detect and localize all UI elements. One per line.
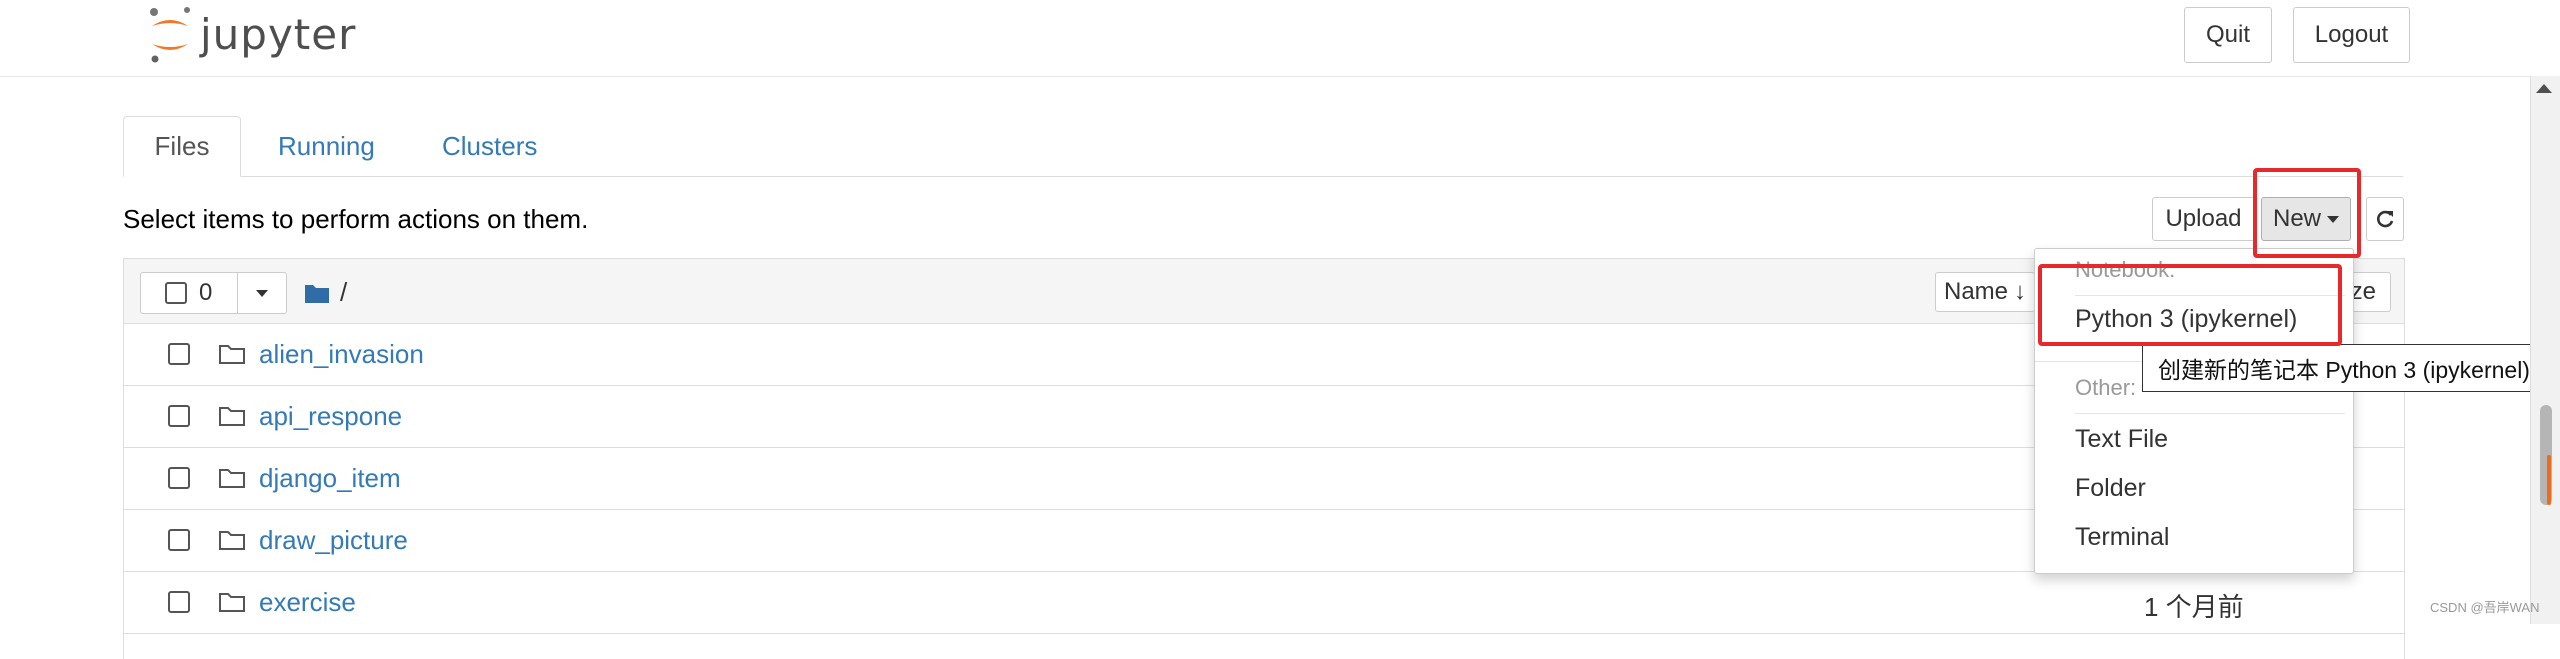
row-checkbox[interactable] — [168, 591, 190, 613]
top-header: jupyter Quit Logout — [0, 0, 2530, 77]
select-all-checkbox[interactable] — [165, 282, 187, 304]
logout-button[interactable]: Logout — [2293, 7, 2410, 63]
jupyter-logo[interactable]: jupyter — [146, 4, 356, 64]
file-name-link[interactable]: alien_invasion — [259, 339, 424, 370]
breadcrumb[interactable]: / — [304, 277, 347, 308]
tab-bar: Files Running Clusters — [123, 116, 2403, 177]
sort-by-name-button[interactable]: Name ↓ — [1935, 272, 2035, 312]
folder-icon — [219, 593, 245, 612]
watermark: CSDN @吾岸WAN — [2430, 600, 2540, 615]
menu-item-python3-kernel[interactable]: Python 3 (ipykernel) — [2075, 305, 2297, 334]
sort-name-label: Name — [1943, 278, 2009, 305]
folder-icon — [219, 469, 245, 488]
arrow-down-icon: ↓ — [2014, 278, 2027, 305]
select-all[interactable]: 0 — [141, 273, 238, 313]
scroll-up-arrow-icon[interactable] — [2536, 84, 2552, 93]
new-button[interactable]: New — [2261, 197, 2351, 241]
menu-header-other: Other: — [2075, 375, 2137, 400]
selected-count: 0 — [199, 279, 213, 306]
folder-icon — [219, 407, 245, 426]
new-button-label: New — [2272, 205, 2321, 232]
select-menu-toggle[interactable] — [238, 273, 286, 313]
logo-text: jupyter — [200, 9, 357, 59]
caret-down-icon — [2327, 215, 2339, 223]
breadcrumb-root: / — [340, 277, 348, 307]
menu-item-terminal[interactable]: Terminal — [2075, 523, 2169, 552]
file-name-link[interactable]: draw_picture — [259, 525, 408, 556]
row-checkbox[interactable] — [168, 529, 190, 551]
row-checkbox[interactable] — [168, 343, 190, 365]
new-dropdown-menu: Notebook: Python 3 (ipykernel) Other: Te… — [2034, 248, 2354, 574]
refresh-button[interactable] — [2366, 197, 2404, 241]
tab-running[interactable]: Running — [278, 116, 375, 176]
quit-button[interactable]: Quit — [2184, 7, 2272, 63]
menu-divider — [2075, 413, 2345, 414]
tooltip: 创建新的笔记本 Python 3 (ipykernel) — [2142, 344, 2546, 392]
select-all-group: 0 — [140, 272, 287, 314]
file-row[interactable]: exercise 1 个月前 — [124, 572, 2404, 634]
file-name-link[interactable]: api_respone — [259, 401, 402, 432]
menu-divider — [2075, 295, 2345, 296]
caret-down-icon — [256, 289, 268, 297]
scrollbar-accent — [2547, 455, 2551, 505]
file-name-link[interactable]: django_item — [259, 463, 401, 494]
tab-clusters[interactable]: Clusters — [442, 116, 537, 176]
folder-filled-icon — [305, 284, 329, 303]
modified-time: 1 个月前 — [2144, 592, 2244, 622]
folder-icon — [219, 345, 245, 364]
folder-icon — [219, 531, 245, 550]
jupyter-logo-icon — [150, 7, 190, 63]
selection-hint: Select items to perform actions on them. — [123, 204, 589, 234]
file-name-link[interactable]: exercise — [259, 587, 356, 618]
refresh-icon — [2377, 210, 2394, 228]
row-checkbox[interactable] — [168, 405, 190, 427]
vertical-scrollbar[interactable] — [2530, 76, 2560, 624]
menu-header-notebook: Notebook: — [2075, 257, 2176, 282]
tab-files[interactable]: Files — [123, 116, 241, 177]
menu-item-text-file[interactable]: Text File — [2075, 425, 2168, 454]
menu-item-folder[interactable]: Folder — [2075, 474, 2146, 503]
row-checkbox[interactable] — [168, 467, 190, 489]
upload-button[interactable]: Upload — [2152, 197, 2255, 241]
